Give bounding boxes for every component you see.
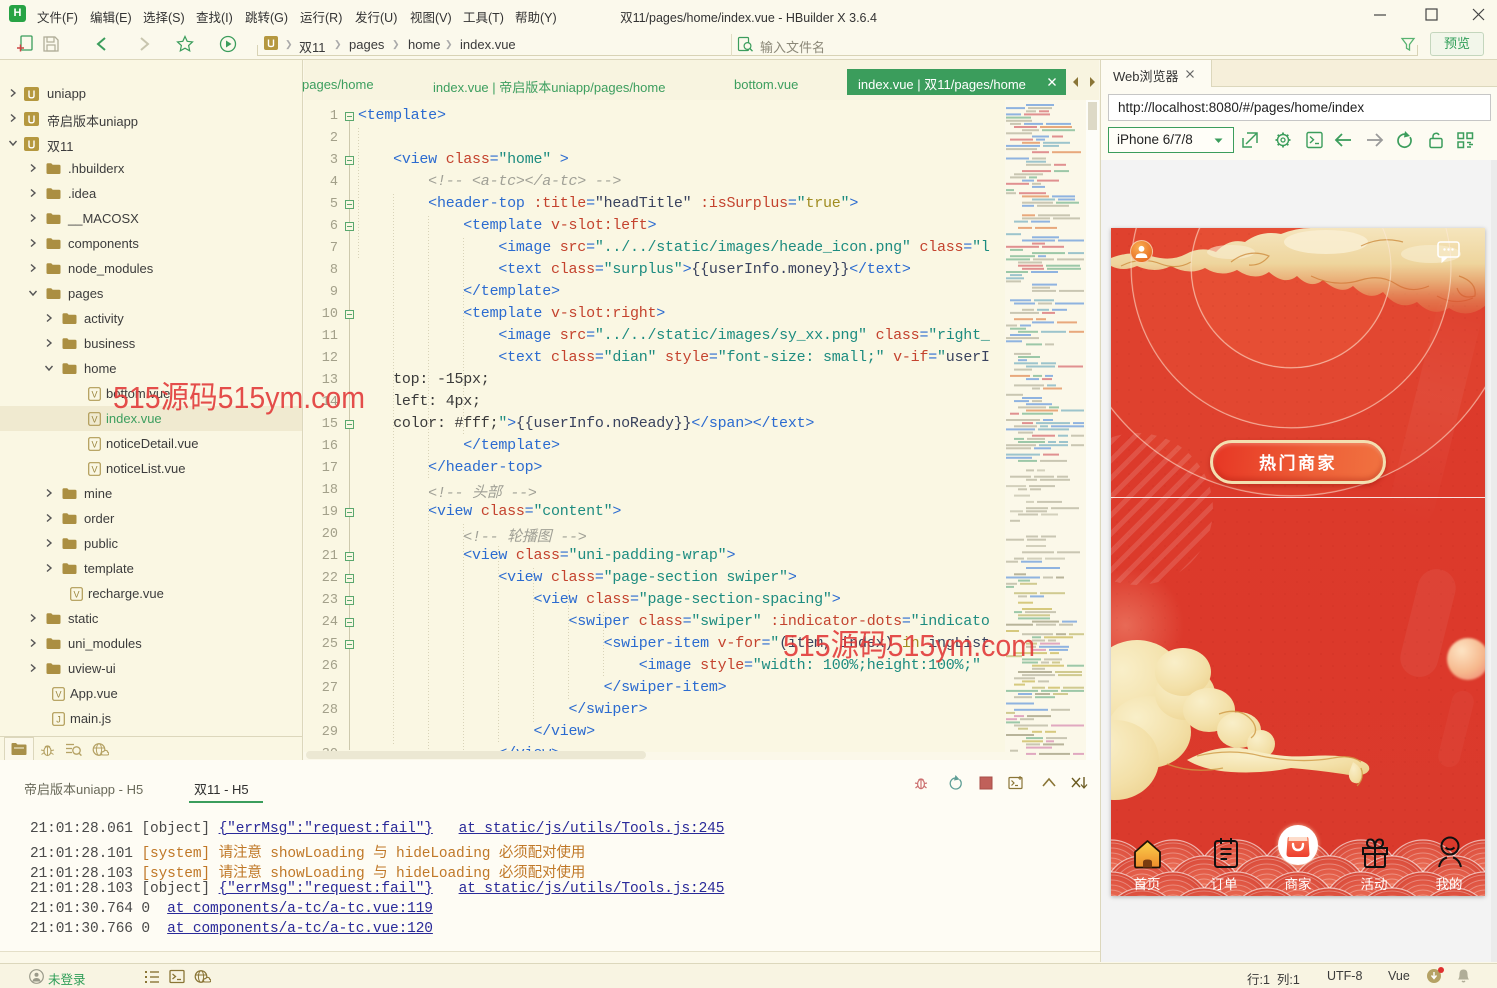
svg-text:V: V [55, 689, 61, 699]
svg-text:V: V [91, 389, 97, 399]
svg-text:V: V [91, 439, 97, 449]
svg-text:V: V [73, 589, 79, 599]
svg-text:V: V [91, 414, 97, 424]
svg-text:J: J [56, 714, 61, 724]
svg-text:V: V [91, 464, 97, 474]
